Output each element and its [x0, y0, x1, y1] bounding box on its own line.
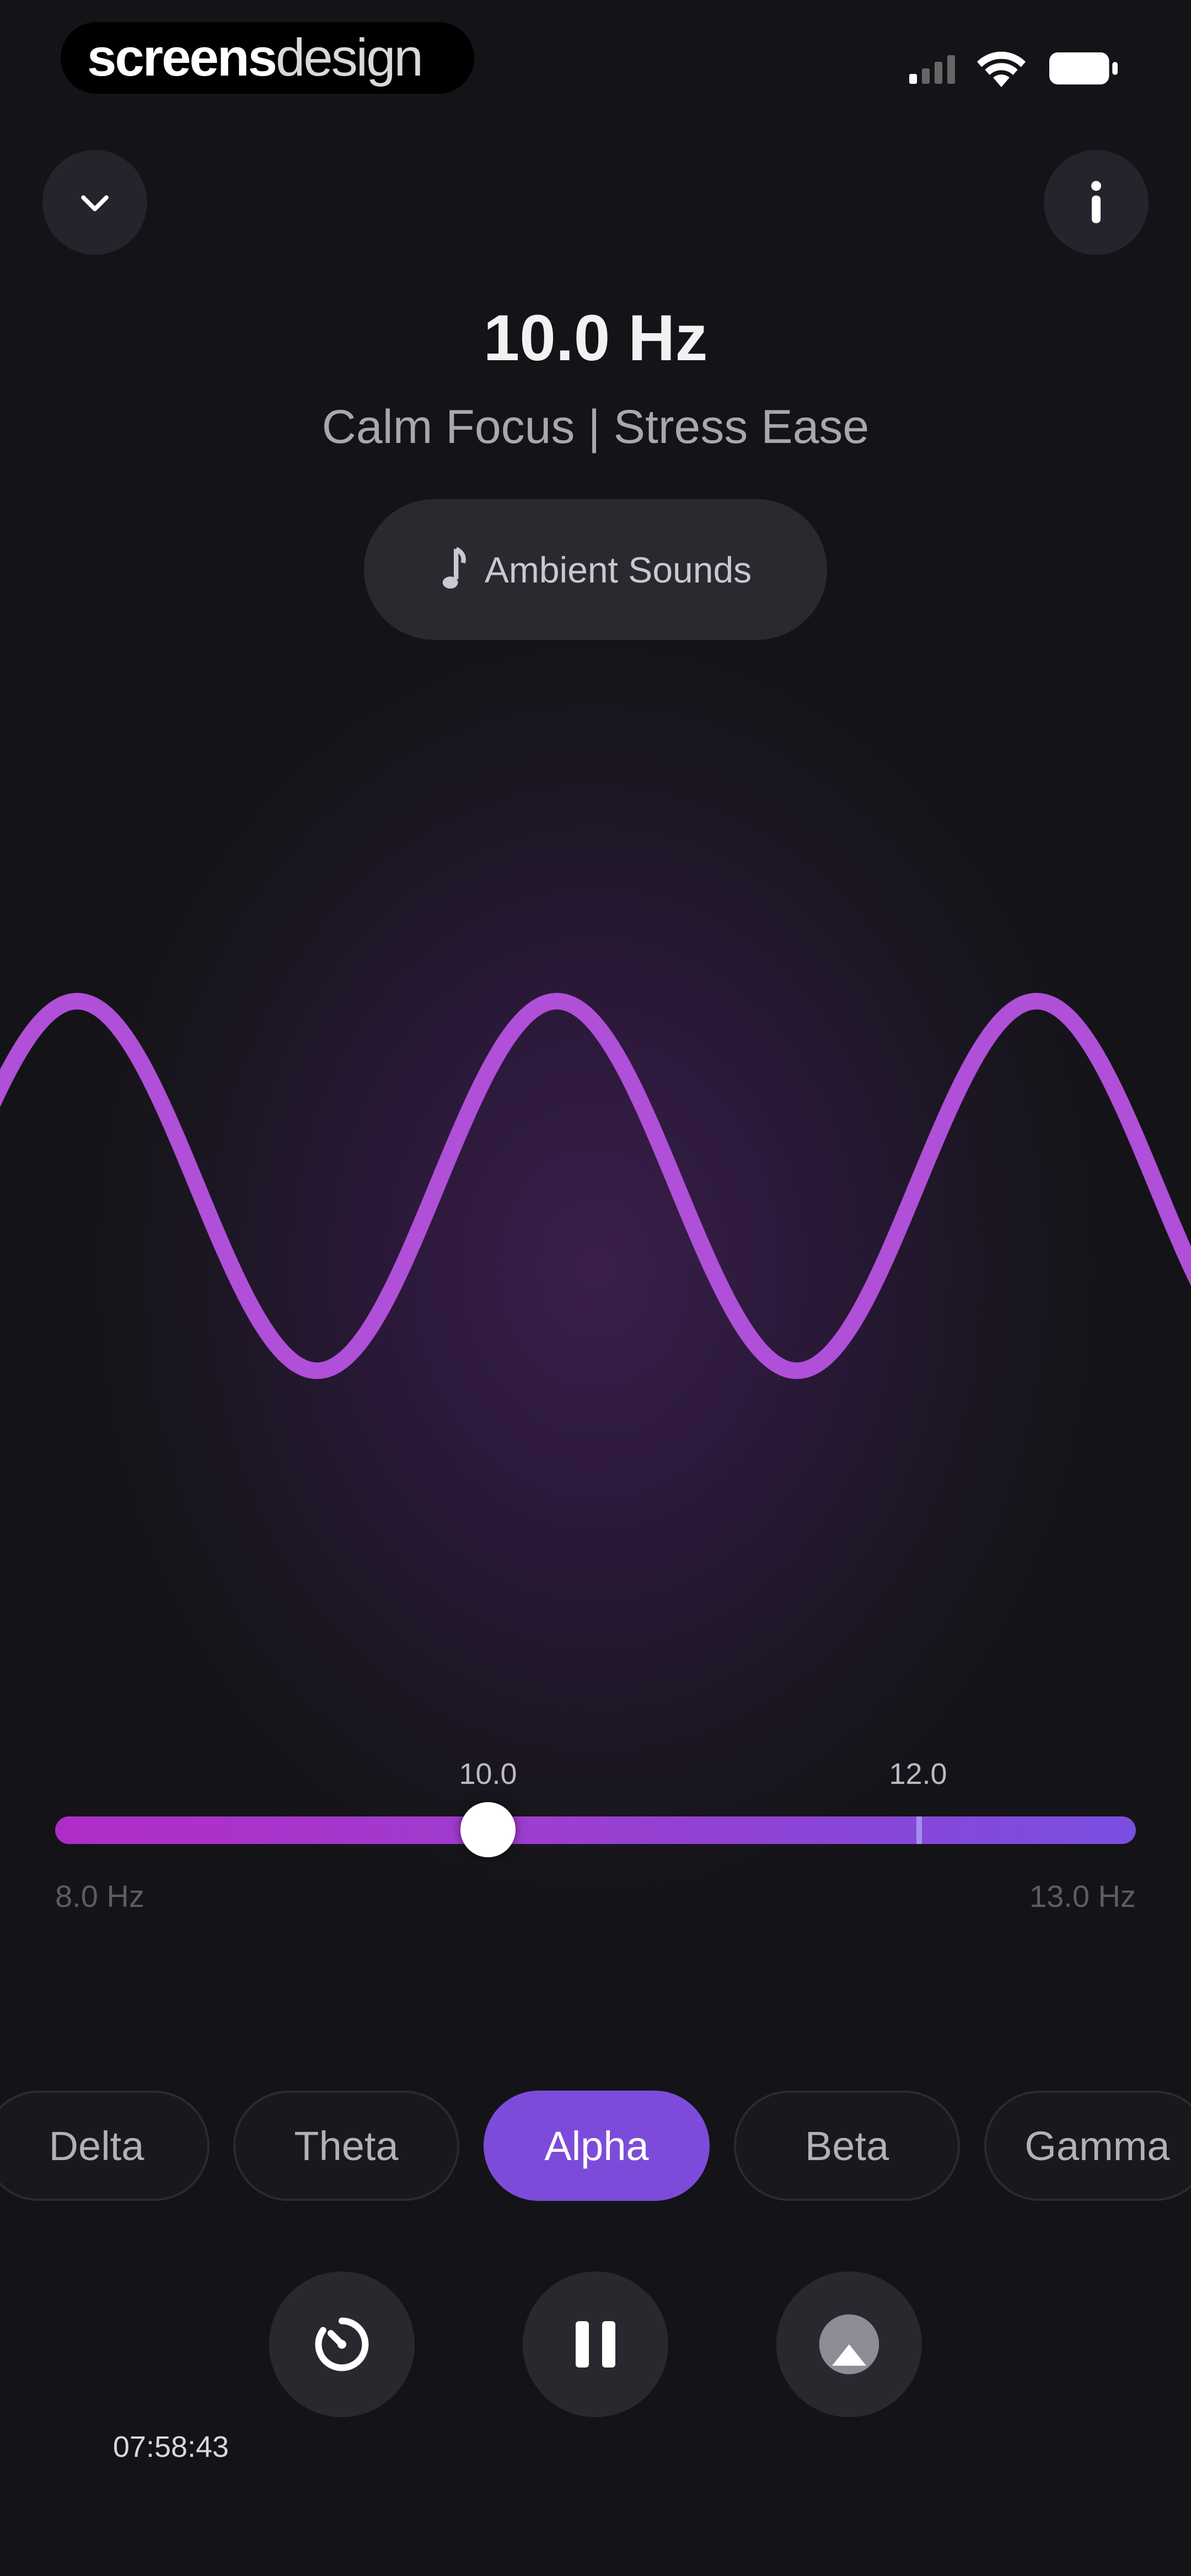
chevron-down-icon — [81, 195, 109, 211]
airplay-button[interactable] — [776, 2272, 922, 2417]
frequency-slider-track[interactable] — [55, 1816, 1136, 1844]
timer-button[interactable] — [269, 2272, 415, 2417]
collapse-button[interactable] — [42, 150, 147, 255]
slider-current-value: 10.0 — [459, 1757, 517, 1791]
slider-marker — [916, 1816, 922, 1844]
frequency-subtitle: Calm Focus | Stress Ease — [321, 400, 870, 453]
band-chip-gamma[interactable]: Gamma — [984, 2091, 1191, 2201]
cellular-signal-icon — [909, 53, 955, 84]
band-chip-alpha[interactable]: Alpha — [484, 2091, 710, 2201]
airplay-icon — [819, 2314, 879, 2375]
slider-max-label: 13.0 Hz — [1029, 1879, 1136, 1914]
status-icons — [909, 49, 1119, 88]
slider-marker-value: 12.0 — [889, 1757, 947, 1791]
waveform — [0, 992, 1191, 1380]
sine-wave-line — [0, 992, 1191, 1380]
binaural-player-screen: screens design 10.0 Hz Calm Focus | Stres… — [0, 0, 1191, 2576]
band-chip-delta[interactable]: Delta — [0, 2091, 210, 2201]
watermark-light-text: design — [275, 28, 423, 87]
frequency-slider-thumb[interactable] — [460, 1802, 516, 1857]
wifi-icon — [977, 51, 1026, 87]
info-icon — [1091, 181, 1101, 223]
ambient-sounds-button[interactable]: Ambient Sounds — [364, 499, 827, 640]
info-button[interactable] — [1044, 150, 1149, 255]
band-chip-beta[interactable]: Beta — [734, 2091, 960, 2201]
music-note-icon — [442, 546, 466, 589]
frequency-title: 10.0 Hz — [483, 302, 708, 375]
watermark-bold-text: screens — [87, 28, 277, 87]
ambient-sounds-label: Ambient Sounds — [484, 549, 752, 590]
screensdesign-watermark: screens design — [61, 22, 474, 94]
slider-min-label: 8.0 Hz — [55, 1879, 144, 1914]
battery-icon — [1049, 52, 1118, 85]
pause-button[interactable] — [523, 2272, 668, 2417]
pause-icon — [576, 2321, 615, 2367]
band-chip-theta[interactable]: Theta — [233, 2091, 459, 2201]
timer-icon — [315, 2317, 369, 2371]
timer-remaining: 07:58:43 — [112, 2430, 229, 2463]
